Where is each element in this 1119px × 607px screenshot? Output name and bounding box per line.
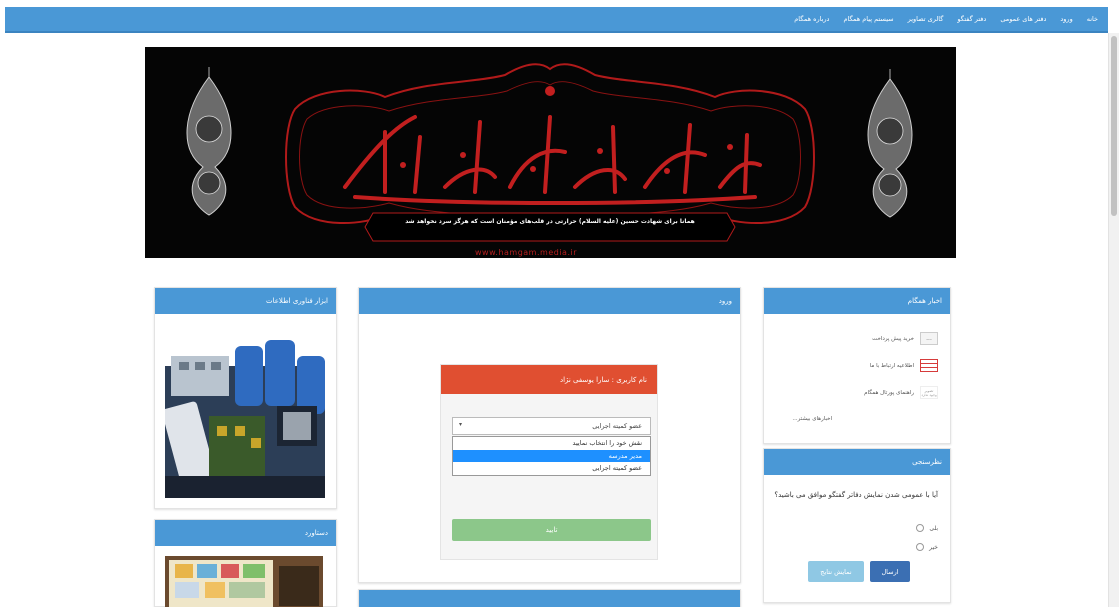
bottom-center-panel [358,589,741,607]
more-news-link[interactable]: اخبارهای بیشتر... [792,416,832,422]
muharram-banner: همانا برای شهادت حسین (علیه السلام) حرار… [145,47,956,258]
radio-button[interactable] [916,543,925,551]
role-dropdown-list: نقش خود را انتخاب نمایید مدیر مدرسه عضو … [452,436,651,476]
news-label: خرید پیش پرداخت [872,335,914,342]
poll-panel-title: نظرسنجی [764,449,950,475]
motherboard-picture [165,326,325,498]
banner-caption: همانا برای شهادت حسین (علیه السلام) حرار… [405,218,695,225]
nav-gallery[interactable]: گالری تصاویر [908,15,944,23]
news-item[interactable]: تصویر وجود ندارد راهنمای پورتال همگام [864,386,938,399]
poll-send-button[interactable]: ارسال [870,561,910,582]
nav-public-offices[interactable]: دفتر های عمومی [1000,15,1046,23]
banner-url: www.hamgam.media.ir [475,248,577,257]
news-item[interactable]: ... خرید پیش پرداخت [872,332,938,345]
top-navbar: خانه ورود دفتر های عمومی دفتر گفتگو گالر… [5,7,1108,33]
nav-messaging[interactable]: سیستم پیام همگام [843,15,893,23]
role-select-value: عضو کمیته اجرایی [592,422,642,430]
vertical-scrollbar[interactable] [1108,33,1119,607]
bottom-center-panel-head [359,590,740,607]
it-tools-title: ابزار فناوری اطلاعات [155,288,336,314]
poll-question: آیا با عمومی شدن نمایش دفاتر گفتگو موافق… [774,491,938,499]
dropdown-option-selected[interactable]: مدیر مدرسه [453,449,650,462]
motherboard-image[interactable] [165,326,325,498]
dropdown-option[interactable]: نقش خود را انتخاب نمایید [453,437,650,450]
nav-login[interactable]: ورود [1060,15,1072,23]
page: خانه ورود دفتر های عمومی دفتر گفتگو گالر… [0,0,1119,607]
news-item[interactable]: اطلاعیه ارتباط با ما [870,359,938,372]
achievements-title: دستاورد [155,520,336,546]
radio-button[interactable] [916,524,925,532]
banner-artwork [186,63,913,242]
classroom-picture [165,556,323,607]
nav-chat-office[interactable]: دفتر گفتگو [957,15,986,23]
news-thumb: تصویر وجود ندارد [920,386,938,399]
it-tools-panel: ابزار فناوری اطلاعات [154,287,337,509]
news-label: راهنمای پورتال همگام [864,389,914,396]
news-thumb: ... [920,332,938,345]
achievements-panel: دستاورد [154,519,337,607]
news-thumb [920,359,938,372]
role-select-box: نام کاربری : سارا یوسفی نژاد عضو کمیته ا… [440,364,658,560]
scrollbar-thumb[interactable] [1111,36,1117,216]
nav-about[interactable]: درباره همگام [794,15,829,23]
username-header: نام کاربری : سارا یوسفی نژاد [441,365,657,394]
achievement-photo[interactable] [165,556,323,607]
poll-results-button[interactable]: نمایش نتایج [808,561,864,582]
nav-home[interactable]: خانه [1087,15,1098,23]
dropdown-option[interactable]: عضو کمیته اجرایی [453,462,650,475]
poll-option-no[interactable]: خیر [916,543,938,551]
role-select[interactable]: عضو کمیته اجرایی ▾ [452,417,651,435]
confirm-button[interactable]: تایید [452,519,651,541]
chevron-down-icon: ▾ [459,421,463,428]
poll-option-label: بلی [929,524,938,532]
poll-option-label: خیر [929,543,938,551]
news-label: اطلاعیه ارتباط با ما [869,362,914,369]
poll-option-yes[interactable]: بلی [916,524,938,532]
login-panel: ورود نام کاربری : سارا یوسفی نژاد عضو کم… [358,287,741,583]
poll-panel: نظرسنجی آیا با عمومی شدن نمایش دفاتر گفت… [763,448,951,603]
news-panel-title: اخبار همگام [764,288,950,314]
news-panel: اخبار همگام ... خرید پیش پرداخت اطلاعیه … [763,287,951,444]
login-panel-title: ورود [359,288,740,314]
